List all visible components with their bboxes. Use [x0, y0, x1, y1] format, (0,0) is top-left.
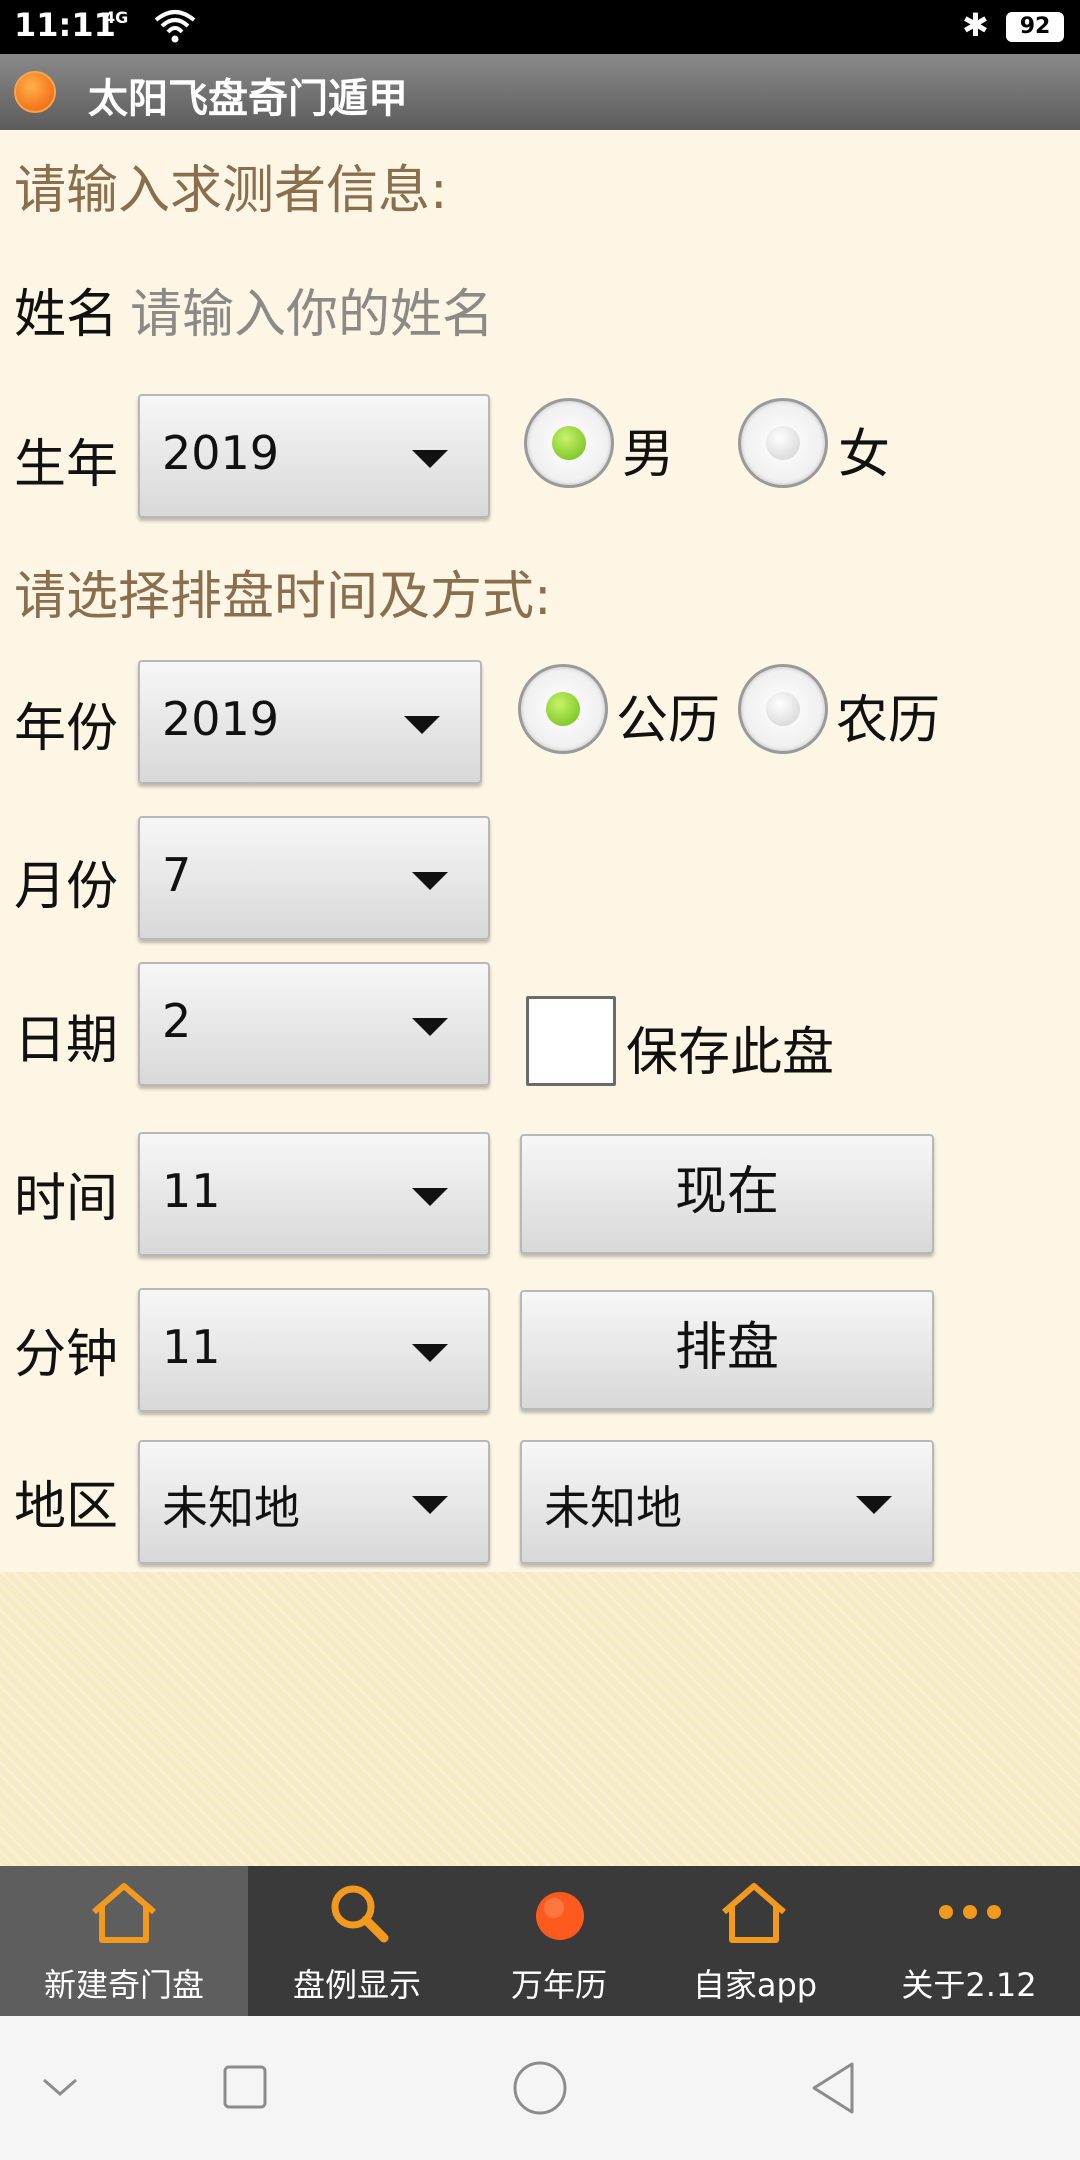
section-header-row: 请输入求测者信息: — [0, 130, 1080, 236]
radio-selected-icon — [546, 692, 580, 726]
nav-collapse-icon[interactable] — [40, 2072, 80, 2102]
tab-label: 自家app — [692, 1966, 818, 2004]
birth-year-label: 生年 — [14, 435, 119, 495]
hour-label: 时间 — [14, 1169, 119, 1229]
app-title: 太阳飞盘奇门遁甲 — [88, 76, 408, 122]
minute-select[interactable]: 11 — [138, 1288, 490, 1412]
radio-selected-icon — [552, 426, 586, 460]
chevron-down-icon — [856, 1496, 892, 1514]
tab-label: 关于2.12 — [901, 1966, 1037, 2004]
region-value-1: 未知地 — [162, 1481, 300, 1535]
calendar-lunar-radio[interactable] — [738, 664, 828, 754]
battery-indicator: 92 — [1006, 12, 1064, 42]
status-bar: 11:11 4G ✱ 92 — [0, 0, 1080, 54]
chevron-down-icon — [412, 450, 448, 468]
empty-area — [0, 1572, 1080, 1866]
chevron-down-icon — [412, 872, 448, 890]
bluetooth-icon: ✱ — [962, 6, 989, 44]
radio-unselected-icon — [766, 692, 800, 726]
region-value-2: 未知地 — [544, 1481, 682, 1535]
tab-examples[interactable]: 盘例显示 — [248, 1866, 466, 2016]
gender-male-radio[interactable] — [524, 398, 614, 488]
app-title-bar: 太阳飞盘奇门遁甲 — [0, 54, 1080, 130]
search-icon — [331, 1885, 389, 1943]
hour-value: 11 — [162, 1164, 221, 1218]
calendar-solar-label: 公历 — [616, 691, 721, 751]
section-title-info: 请输入求测者信息: — [14, 161, 448, 221]
minute-value: 11 — [162, 1320, 221, 1374]
month-select[interactable]: 7 — [138, 816, 490, 940]
tab-calendar[interactable]: 万年历 — [466, 1866, 652, 2016]
tab-about[interactable]: 关于2.12 — [858, 1866, 1080, 2016]
form-content: 请输入求测者信息: 姓名 请输入你的姓名 生年 2019 男 女 请选择排盘时间… — [0, 130, 1080, 1572]
orange-dot-icon — [536, 1892, 584, 1940]
save-chart-label: 保存此盘 — [626, 1023, 835, 1083]
nav-recents-icon[interactable] — [222, 2064, 268, 2110]
more-icon — [939, 1905, 1001, 1919]
year-label: 年份 — [14, 699, 119, 759]
tab-label: 万年历 — [510, 1966, 607, 2004]
year-value: 2019 — [162, 692, 280, 746]
day-label: 日期 — [14, 1011, 119, 1071]
birth-year-row: 生年 2019 男 女 — [0, 376, 1080, 536]
chevron-down-icon — [412, 1018, 448, 1036]
birth-year-value: 2019 — [162, 426, 280, 480]
month-value: 7 — [162, 848, 192, 902]
year-row: 年份 2019 公历 农历 — [0, 638, 1080, 798]
month-row: 月份 7 — [0, 796, 1080, 956]
chevron-down-icon — [412, 1496, 448, 1514]
status-time: 11:11 — [14, 6, 116, 44]
name-row: 姓名 请输入你的姓名 — [0, 234, 1080, 378]
region-label: 地区 — [14, 1477, 119, 1537]
home-icon — [722, 1883, 786, 1943]
tab-new-chart[interactable]: 新建奇门盘 — [0, 1866, 248, 2016]
tab-label: 盘例显示 — [292, 1966, 421, 2004]
gender-female-radio[interactable] — [738, 398, 828, 488]
arrange-button[interactable]: 排盘 — [520, 1290, 934, 1410]
save-chart-checkbox[interactable] — [526, 996, 616, 1086]
minute-row: 分钟 11 排盘 — [0, 1268, 1080, 1428]
network-type: 4G — [104, 8, 129, 27]
system-navigation-bar — [0, 2016, 1080, 2160]
gender-female-label: 女 — [838, 425, 891, 485]
radio-unselected-icon — [766, 426, 800, 460]
nav-home-icon[interactable] — [512, 2060, 568, 2116]
chevron-down-icon — [412, 1344, 448, 1362]
name-input[interactable]: 请输入你的姓名 — [130, 272, 494, 347]
chevron-down-icon — [404, 716, 440, 734]
app-logo-icon — [14, 71, 56, 113]
chevron-down-icon — [412, 1188, 448, 1206]
name-label: 姓名 — [14, 285, 119, 345]
year-select[interactable]: 2019 — [138, 660, 482, 784]
bottom-tab-bar: 新建奇门盘 盘例显示 万年历 自家app 关于2.12 — [0, 1866, 1080, 2016]
now-button[interactable]: 现在 — [520, 1134, 934, 1254]
month-label: 月份 — [14, 857, 119, 917]
hour-row: 时间 11 现在 — [0, 1110, 1080, 1270]
tab-own-app[interactable]: 自家app — [652, 1866, 858, 2016]
wifi-icon — [154, 10, 196, 43]
minute-label: 分钟 — [14, 1325, 119, 1385]
day-row: 日期 2 保存此盘 — [0, 954, 1080, 1112]
birth-year-select[interactable]: 2019 — [138, 394, 490, 518]
calendar-solar-radio[interactable] — [518, 664, 608, 754]
calendar-lunar-label: 农历 — [836, 691, 941, 751]
region-row: 地区 未知地 未知地 — [0, 1426, 1080, 1572]
hour-select[interactable]: 11 — [138, 1132, 490, 1256]
nav-back-icon[interactable] — [808, 2060, 858, 2116]
day-value: 2 — [162, 994, 192, 1048]
section-title-time: 请选择排盘时间及方式: — [14, 567, 552, 627]
section-header-row: 请选择排盘时间及方式: — [0, 534, 1080, 640]
home-icon — [92, 1883, 156, 1943]
tab-label: 新建奇门盘 — [43, 1966, 204, 2004]
region-select-1[interactable]: 未知地 — [138, 1440, 490, 1564]
gender-male-label: 男 — [622, 425, 675, 485]
region-select-2[interactable]: 未知地 — [520, 1440, 934, 1564]
day-select[interactable]: 2 — [138, 962, 490, 1086]
